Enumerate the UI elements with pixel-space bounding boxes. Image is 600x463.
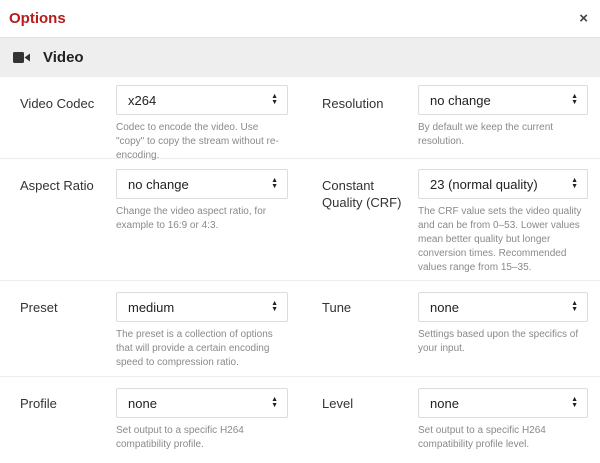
option-help: Change the video aspect ratio, for examp… — [116, 206, 267, 231]
option-help: Settings based upon the specifics of you… — [418, 329, 579, 354]
select-arrows-icon: ▲ ▼ — [271, 396, 278, 409]
option-resolution: Resolution no change ▲ ▼ By default we ke… — [302, 77, 600, 159]
select-value: no change — [430, 92, 491, 108]
section-header-video: Video — [0, 37, 600, 77]
select-arrows-icon: ▲ ▼ — [571, 300, 578, 313]
dialog-header: Options × — [0, 0, 600, 37]
option-help: By default we keep the current resolutio… — [418, 122, 554, 147]
option-field: no change ▲ ▼ Change the video aspect rat… — [116, 169, 288, 233]
option-field: none ▲ ▼ Set output to a specific H264 co… — [418, 388, 588, 452]
select-value: x264 — [128, 92, 157, 108]
select-arrows-icon: ▲ ▼ — [271, 300, 278, 313]
option-field: medium ▲ ▼ The preset is a collection of … — [116, 292, 288, 370]
option-label: Level — [322, 396, 354, 411]
select-arrows-icon: ▲ ▼ — [571, 93, 578, 106]
crf-select[interactable]: 23 (normal quality) ▲ ▼ — [418, 169, 588, 199]
select-value: 23 (normal quality) — [430, 176, 538, 192]
option-field: 23 (normal quality) ▲ ▼ The CRF value set… — [418, 169, 588, 275]
select-value: no change — [128, 176, 189, 192]
select-arrows-icon: ▲ ▼ — [271, 93, 278, 106]
option-level: Level none ▲ ▼ Set output to a specific H… — [302, 377, 600, 463]
option-label: Aspect Ratio — [20, 178, 94, 193]
option-field: no change ▲ ▼ By default we keep the curr… — [418, 85, 588, 149]
level-select[interactable]: none ▲ ▼ — [418, 388, 588, 418]
select-arrows-icon: ▲ ▼ — [571, 177, 578, 190]
option-label: Tune — [322, 300, 352, 315]
option-label: Resolution — [322, 96, 384, 111]
preset-select[interactable]: medium ▲ ▼ — [116, 292, 288, 322]
options-dialog: Options × Video Video Codec x264 ▲ ▼ Code… — [0, 0, 600, 463]
option-profile: Profile none ▲ ▼ Set output to a specific… — [0, 377, 302, 463]
option-field: x264 ▲ ▼ Codec to encode the video. Use "… — [116, 85, 288, 163]
video-codec-select[interactable]: x264 ▲ ▼ — [116, 85, 288, 115]
close-icon[interactable]: × — [579, 10, 588, 27]
section-title: Video — [43, 49, 84, 66]
select-arrows-icon: ▲ ▼ — [271, 177, 278, 190]
options-rows: Video Codec x264 ▲ ▼ Codec to encode the … — [0, 77, 600, 463]
dialog-title: Options — [9, 10, 66, 27]
option-aspect-ratio: Aspect Ratio no change ▲ ▼ Change the vid… — [0, 159, 302, 281]
option-help: Set output to a specific H264 compatibil… — [418, 425, 546, 450]
profile-select[interactable]: none ▲ ▼ — [116, 388, 288, 418]
aspect-ratio-select[interactable]: no change ▲ ▼ — [116, 169, 288, 199]
option-help: Set output to a specific H264 compatibil… — [116, 425, 244, 450]
select-value: none — [430, 299, 459, 315]
option-video-codec: Video Codec x264 ▲ ▼ Codec to encode the … — [0, 77, 302, 161]
options-row: Video Codec x264 ▲ ▼ Codec to encode the … — [0, 77, 600, 161]
option-preset: Preset medium ▲ ▼ The preset is a collect… — [0, 281, 302, 377]
select-arrows-icon: ▲ ▼ — [571, 396, 578, 409]
resolution-select[interactable]: no change ▲ ▼ — [418, 85, 588, 115]
option-label: Video Codec — [20, 96, 95, 111]
option-help: Codec to encode the video. Use "copy" to… — [116, 122, 279, 161]
options-row: Profile none ▲ ▼ Set output to a specific… — [0, 377, 600, 463]
option-field: none ▲ ▼ Set output to a specific H264 co… — [116, 388, 288, 452]
option-constant-quality: Constant Quality (CRF) 23 (normal qualit… — [302, 159, 600, 281]
tune-select[interactable]: none ▲ ▼ — [418, 292, 588, 322]
option-label: Profile — [20, 396, 57, 411]
option-help: The CRF value sets the video quality and… — [418, 206, 582, 273]
option-help: The preset is a collection of options th… — [116, 329, 273, 368]
select-value: none — [430, 395, 459, 411]
option-field: none ▲ ▼ Settings based upon the specific… — [418, 292, 588, 356]
option-label: Constant Quality (CRF) — [322, 178, 402, 210]
options-row: Aspect Ratio no change ▲ ▼ Change the vid… — [0, 159, 600, 281]
select-value: none — [128, 395, 157, 411]
option-label: Preset — [20, 300, 58, 315]
select-value: medium — [128, 299, 175, 315]
option-tune: Tune none ▲ ▼ Settings based upon the spe… — [302, 281, 600, 377]
video-camera-icon — [13, 52, 30, 63]
options-row: Preset medium ▲ ▼ The preset is a collect… — [0, 281, 600, 377]
